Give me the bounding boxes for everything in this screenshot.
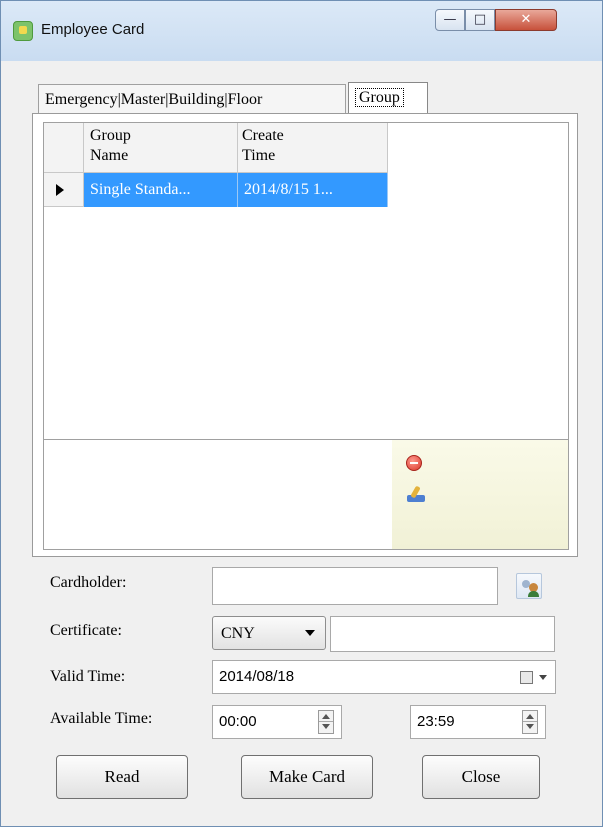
spinner-divider [523,721,537,722]
close-window-button[interactable]: ✕ [495,9,557,31]
current-row-arrow-icon [56,184,64,196]
group-actions-area [43,440,569,550]
available-from-spinner[interactable] [318,710,334,734]
cell-group-name[interactable]: Single Standa... [84,173,238,207]
available-from-value: 00:00 [219,713,257,730]
remove-icon[interactable] [406,455,422,471]
certificate-label: Certificate: [50,622,122,639]
row-selector[interactable] [44,173,84,207]
calendar-icon[interactable] [520,671,533,684]
available-time-label: Available Time: [50,710,153,727]
valid-time-label: Valid Time: [50,668,126,685]
certificate-number-field[interactable] [330,616,555,652]
minimize-icon: — [443,12,457,27]
column-header-create-time-line1: Create [242,127,284,144]
row-header-corner [44,123,84,173]
cell-create-time[interactable]: 2014/8/15 1... [238,173,388,207]
cardholder-field[interactable] [212,567,498,605]
column-header-group-name[interactable]: Group Name [84,123,238,173]
maximize-icon: □ [473,12,487,27]
app-icon [13,21,33,41]
spin-up-icon[interactable] [322,714,330,719]
column-header-group-name-line1: Group [90,127,131,144]
window-title: Employee Card [41,21,145,38]
valid-time-picker[interactable]: 2014/08/18 [212,660,556,694]
valid-time-value: 2014/08/18 [219,668,295,685]
make-card-button[interactable]: Make Card [241,755,373,799]
available-to-value: 23:59 [417,713,455,730]
group-grid[interactable]: Group Name Create Time Single Standa... … [43,122,569,440]
certificate-type-select[interactable]: CNY [212,616,326,650]
person-body-icon [528,591,539,597]
tab-emergency-master-building-floor[interactable]: Emergency|Master|Building|Floor [38,84,346,114]
minimize-button[interactable]: — [435,9,465,31]
column-header-create-time[interactable]: Create Time [238,123,388,173]
maximize-button[interactable]: □ [465,9,495,31]
spin-up-icon[interactable] [526,714,534,719]
calendar-dropdown-icon[interactable] [539,675,547,680]
close-icon: ✕ [520,12,532,27]
column-header-group-name-line2: Name [90,147,129,164]
spin-down-icon[interactable] [322,724,330,729]
available-to-field[interactable]: 23:59 [410,705,546,739]
cardholder-label: Cardholder: [50,574,127,591]
spin-down-icon[interactable] [526,724,534,729]
select-cardholder-icon[interactable] [516,573,542,599]
column-header-create-time-line2: Time [242,147,276,164]
tab-group-label: Group [355,88,404,107]
available-from-field[interactable]: 00:00 [212,705,342,739]
clean-icon[interactable] [407,485,425,503]
certificate-type-value: CNY [221,625,255,642]
spinner-divider [319,721,333,722]
read-button[interactable]: Read [56,755,188,799]
available-to-spinner[interactable] [522,710,538,734]
tab-group[interactable]: Group [348,82,428,114]
group-tab-panel: Group Name Create Time Single Standa... … [32,113,578,557]
close-button[interactable]: Close [422,755,540,799]
table-row[interactable]: Single Standa... 2014/8/15 1... [44,173,388,207]
chevron-down-icon [305,630,315,636]
title-bar[interactable]: Employee Card — □ ✕ [1,1,602,61]
